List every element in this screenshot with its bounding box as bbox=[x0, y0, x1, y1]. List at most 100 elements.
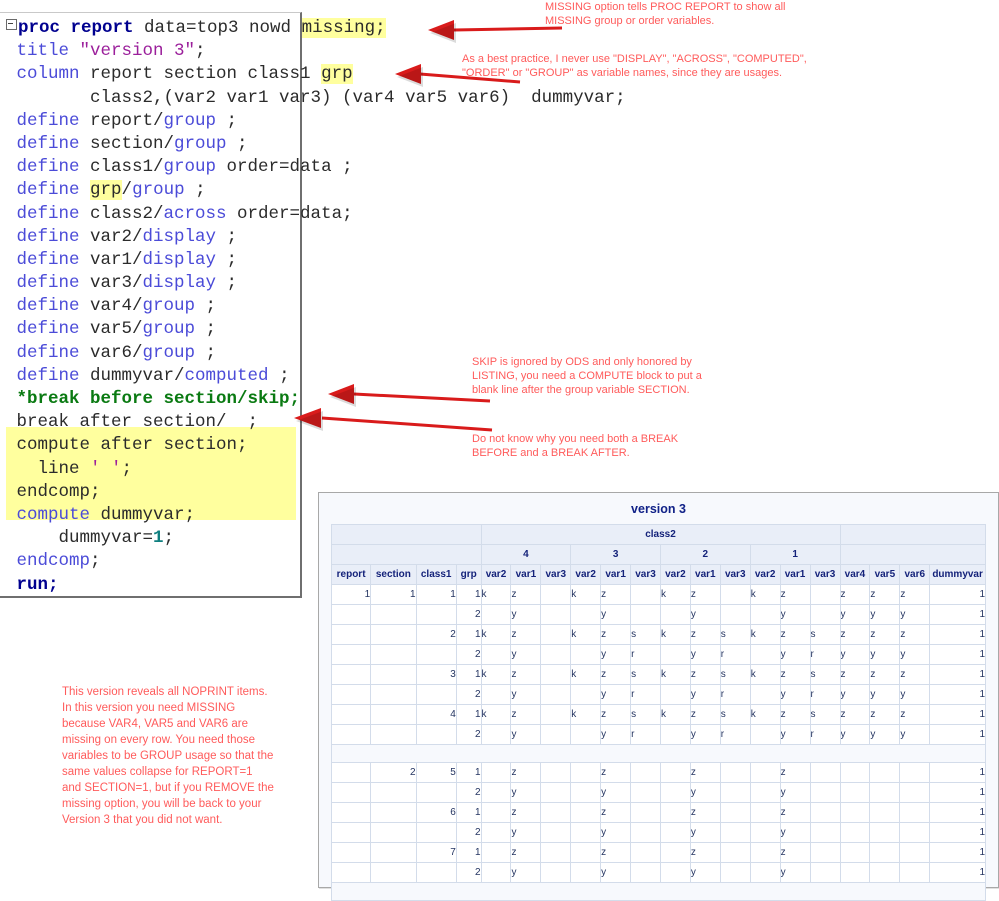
table-cell: y bbox=[689, 822, 721, 843]
table-cell: z bbox=[600, 802, 632, 823]
code-token: ; bbox=[90, 551, 101, 572]
code-token: proc report bbox=[18, 18, 134, 38]
table-cell: y bbox=[600, 862, 632, 883]
code-token: dummyvar/ bbox=[79, 365, 185, 386]
table-row[interactable]: 71zzzz1 bbox=[330, 842, 986, 863]
code-token: define bbox=[6, 203, 80, 224]
table-cell bbox=[899, 802, 931, 823]
table-cell: k bbox=[570, 624, 602, 645]
collapse-expander-icon[interactable] bbox=[6, 19, 17, 30]
table-row[interactable]: 1111kzkzkzkzzzz1 bbox=[330, 584, 986, 605]
table-row[interactable]: 21kzkzskzskzszzz1 bbox=[330, 624, 986, 645]
table-cell bbox=[330, 762, 372, 783]
table-cell: k bbox=[480, 664, 512, 685]
column-header-grp-3[interactable]: grp bbox=[455, 564, 482, 585]
column-header-report-0[interactable]: report bbox=[330, 564, 372, 585]
table-cell bbox=[899, 782, 931, 803]
column-header-var6-18[interactable]: var6 bbox=[899, 564, 931, 585]
code-token: group bbox=[163, 110, 217, 131]
column-header-var2-10[interactable]: var2 bbox=[659, 564, 691, 585]
table-cell bbox=[330, 822, 372, 843]
table-cell bbox=[370, 664, 417, 685]
table-cell: z bbox=[869, 584, 901, 605]
table-cell: y bbox=[869, 644, 901, 665]
code-line: column report section class1 grp bbox=[0, 63, 520, 86]
code-line: define grp/group ; bbox=[0, 179, 520, 202]
column-header-var3-6[interactable]: var3 bbox=[540, 564, 572, 585]
table-cell: 1 bbox=[929, 684, 986, 705]
table-row[interactable]: 2yyryryryyy1 bbox=[330, 644, 986, 665]
table-cell: 2 bbox=[455, 684, 482, 705]
column-header-var3-15[interactable]: var3 bbox=[809, 564, 841, 585]
table-row[interactable]: 251zzzz1 bbox=[330, 762, 986, 783]
table-cell: z bbox=[510, 802, 542, 823]
code-line: break after section/ ; bbox=[0, 411, 520, 434]
column-header-var5-17[interactable]: var5 bbox=[869, 564, 901, 585]
table-cell bbox=[330, 862, 372, 883]
code-line: define dummyvar/computed ; bbox=[0, 365, 520, 388]
table-cell bbox=[749, 862, 781, 883]
table-cell: s bbox=[630, 664, 661, 685]
table-row[interactable]: 2 y y y y 1 bbox=[330, 782, 986, 803]
table-cell bbox=[659, 802, 691, 823]
code-line: define var6/group ; bbox=[0, 342, 520, 365]
code-token: define bbox=[6, 157, 80, 178]
table-cell bbox=[570, 762, 602, 783]
table-cell: z bbox=[510, 842, 542, 863]
table-row[interactable]: 2yyryryryyy1 bbox=[330, 684, 986, 705]
table-cell: z bbox=[600, 704, 632, 725]
column-header-var1-8[interactable]: var1 bbox=[600, 564, 632, 585]
column-header-class1-2[interactable]: class1 bbox=[415, 564, 457, 585]
table-cell bbox=[630, 802, 661, 823]
column-header-var1-5[interactable]: var1 bbox=[510, 564, 542, 585]
table-cell bbox=[719, 802, 751, 823]
column-header-var1-14[interactable]: var1 bbox=[779, 564, 811, 585]
table-cell bbox=[330, 684, 372, 705]
code-line: define var5/group ; bbox=[0, 318, 520, 341]
table-row[interactable]: 2yyryryryyy1 bbox=[330, 724, 986, 745]
code-token: order=data ; bbox=[216, 157, 353, 178]
column-header-section-1[interactable]: section bbox=[370, 564, 417, 585]
column-header-var2-7[interactable]: var2 bbox=[570, 564, 602, 585]
column-header-var4-16[interactable]: var4 bbox=[839, 564, 871, 585]
code-token: order=data; bbox=[226, 203, 353, 224]
column-header-var1-11[interactable]: var1 bbox=[689, 564, 721, 585]
table-cell: y bbox=[839, 724, 871, 745]
table-cell: 2 bbox=[455, 644, 482, 665]
table-cell bbox=[370, 822, 417, 843]
code-token: title bbox=[6, 41, 80, 62]
table-cell bbox=[809, 822, 841, 843]
table-cell bbox=[370, 862, 417, 883]
column-header-var3-9[interactable]: var3 bbox=[630, 564, 661, 585]
table-row[interactable]: 61zzzz1 bbox=[330, 802, 986, 823]
column-header-var2-4[interactable]: var2 bbox=[480, 564, 512, 585]
code-token: "version 3" bbox=[79, 41, 196, 62]
report-table[interactable]: class2 4 3 2 1 report section class1 grp var… bbox=[330, 524, 986, 901]
table-cell: z bbox=[600, 624, 632, 645]
code-token: ; bbox=[184, 180, 206, 201]
table-cell bbox=[839, 862, 871, 883]
table-cell: y bbox=[689, 862, 721, 883]
column-header-var3-12[interactable]: var3 bbox=[719, 564, 751, 585]
column-header-var2-13[interactable]: var2 bbox=[749, 564, 781, 585]
table-cell bbox=[719, 782, 751, 803]
code-token: ; bbox=[226, 133, 248, 154]
code-token: class2,(var2 var1 var3) (var4 var5 var6)… bbox=[6, 87, 626, 108]
column-header-dummyvar-19[interactable]: dummyvar bbox=[929, 564, 986, 585]
table-row[interactable]: 41kzkzskzskzszzz1 bbox=[330, 704, 986, 725]
table-cell: y bbox=[689, 782, 721, 803]
table-cell bbox=[570, 822, 602, 843]
table-row[interactable]: 2yyyyyyy1 bbox=[330, 604, 986, 625]
table-row[interactable]: 2 y y y y 1 bbox=[330, 822, 986, 843]
code-token: display bbox=[142, 249, 217, 270]
table-cell: 2 bbox=[415, 624, 457, 645]
table-cell: z bbox=[869, 664, 901, 685]
code-token: ; bbox=[121, 458, 133, 479]
code-token: display bbox=[142, 273, 217, 294]
table-cell: 1 bbox=[455, 762, 482, 783]
table-cell: z bbox=[839, 584, 871, 605]
table-row[interactable]: 31kzkzskzskzszzz1 bbox=[330, 664, 986, 685]
table-row[interactable]: 2 y y y y 1 bbox=[330, 862, 986, 883]
code-line: define report/group ; bbox=[0, 110, 520, 133]
table-cell: s bbox=[809, 664, 841, 685]
